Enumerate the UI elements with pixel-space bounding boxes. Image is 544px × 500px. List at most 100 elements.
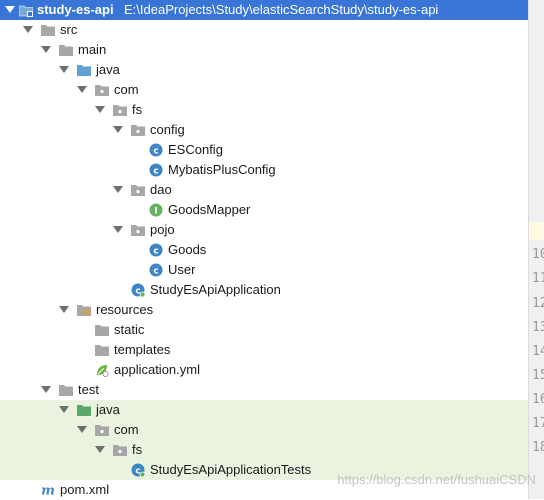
tree-row-fs[interactable]: fs [0, 100, 528, 120]
test-source-folder-icon [77, 405, 91, 416]
tree-row-mybatisplusconfig[interactable]: c MybatisPlusConfig [0, 160, 528, 180]
maven-icon: m [41, 484, 55, 498]
line-number: 14 [532, 344, 544, 359]
package-icon [131, 225, 145, 236]
tree-label: dao [150, 182, 172, 197]
test-class-icon: c [131, 463, 145, 477]
tree-row-test-java[interactable]: java [0, 400, 528, 420]
tree-row-studyesapiapplication[interactable]: c StudyEsApiApplication [0, 280, 528, 300]
tree-label: templates [114, 342, 171, 357]
tree-row-test[interactable]: test [0, 380, 528, 400]
expand-arrow-icon[interactable] [77, 426, 87, 433]
tree-label: User [168, 262, 196, 277]
svg-text:c: c [153, 246, 158, 256]
tree-row-pojo[interactable]: pojo [0, 220, 528, 240]
class-icon: c [149, 243, 163, 257]
package-icon [131, 185, 145, 196]
svg-text:I: I [154, 207, 157, 217]
tree-label: MybatisPlusConfig [168, 162, 276, 177]
package-icon [95, 85, 109, 96]
expand-arrow-icon[interactable] [77, 86, 87, 93]
line-number: 15 [532, 368, 544, 383]
expand-arrow-icon[interactable] [59, 306, 69, 313]
package-icon [113, 445, 127, 456]
package-icon [131, 125, 145, 136]
editor-gutter: 10 11 12 13 14 15 16 17 18 [528, 0, 544, 499]
tree-label: test [78, 382, 99, 397]
bookmark-line-marker [529, 222, 544, 240]
expand-arrow-icon[interactable] [95, 106, 105, 113]
tree-label: pom.xml [60, 482, 110, 497]
tree-row-com[interactable]: com [0, 80, 528, 100]
tree-label: fs [132, 102, 143, 117]
tree-label: GoodsMapper [168, 202, 251, 217]
line-number: 17 [532, 416, 544, 431]
interface-icon: I [149, 203, 163, 217]
tree-label: StudyEsApiApplication [150, 282, 281, 297]
expand-arrow-icon[interactable] [59, 66, 69, 73]
expand-arrow-icon[interactable] [113, 126, 123, 133]
tree-label: com [114, 82, 139, 97]
tree-label: ESConfig [168, 142, 223, 157]
tree-row-resources[interactable]: resources [0, 300, 528, 320]
expand-arrow-icon[interactable] [59, 406, 69, 413]
expand-arrow-icon[interactable] [95, 446, 105, 453]
expand-arrow-icon[interactable] [5, 6, 15, 13]
expand-arrow-icon[interactable] [41, 46, 51, 53]
folder-icon [95, 325, 109, 336]
tree-row-esconfig[interactable]: c ESConfig [0, 140, 528, 160]
tree-row-user[interactable]: c User [0, 260, 528, 280]
class-icon: c [149, 263, 163, 277]
tree-row-project[interactable]: study-es-api E:\IdeaProjects\Study\elast… [0, 0, 528, 20]
project-name: study-es-api [37, 2, 114, 17]
tree-row-config[interactable]: config [0, 120, 528, 140]
tree-label: pojo [150, 222, 175, 237]
tree-row-dao[interactable]: dao [0, 180, 528, 200]
svg-text:c: c [153, 146, 158, 156]
package-icon [113, 105, 127, 116]
tree-row-test-fs[interactable]: fs [0, 440, 528, 460]
tree-label: fs [132, 442, 143, 457]
tree-label: main [78, 42, 107, 57]
folder-icon [41, 25, 55, 36]
package-icon [95, 425, 109, 436]
line-number: 16 [532, 392, 544, 407]
project-tree: study-es-api E:\IdeaProjects\Study\elast… [0, 0, 528, 499]
tree-row-test-com[interactable]: com [0, 420, 528, 440]
folder-icon [59, 385, 73, 396]
tree-label: config [150, 122, 185, 137]
tree-row-goods[interactable]: c Goods [0, 240, 528, 260]
tree-label: Goods [168, 242, 207, 257]
spring-boot-class-icon: c [131, 283, 145, 297]
tree-row-java[interactable]: java [0, 60, 528, 80]
tree-label: com [114, 422, 139, 437]
resources-folder-icon [77, 305, 91, 316]
tree-label: resources [96, 302, 154, 317]
line-number: 10 [532, 247, 544, 262]
spring-config-file-icon [97, 365, 109, 377]
svg-text:c: c [153, 166, 158, 176]
expand-arrow-icon[interactable] [41, 386, 51, 393]
watermark: https://blog.csdn.net/fushuaiCSDN [337, 472, 536, 487]
folder-icon [59, 45, 73, 56]
tree-row-static[interactable]: static [0, 320, 528, 340]
line-number: 18 [532, 440, 544, 455]
tree-row-src[interactable]: src [0, 20, 528, 40]
tree-row-main[interactable]: main [0, 40, 528, 60]
tree-row-goodsmapper[interactable]: I GoodsMapper [0, 200, 528, 220]
tree-row-applicationyml[interactable]: application.yml [0, 360, 528, 380]
tree-label: static [114, 322, 145, 337]
tree-row-templates[interactable]: templates [0, 340, 528, 360]
tree-label: src [60, 22, 78, 37]
source-folder-icon [77, 65, 91, 76]
project-path: E:\IdeaProjects\Study\elasticSearchStudy… [124, 2, 439, 17]
line-number: 11 [532, 271, 544, 286]
expand-arrow-icon[interactable] [113, 226, 123, 233]
tree-label: application.yml [114, 362, 200, 377]
expand-arrow-icon[interactable] [23, 26, 33, 33]
line-number: 13 [532, 320, 544, 335]
tree-label: StudyEsApiApplicationTests [150, 462, 312, 477]
line-number: 12 [532, 296, 544, 311]
expand-arrow-icon[interactable] [113, 186, 123, 193]
class-icon: c [149, 163, 163, 177]
